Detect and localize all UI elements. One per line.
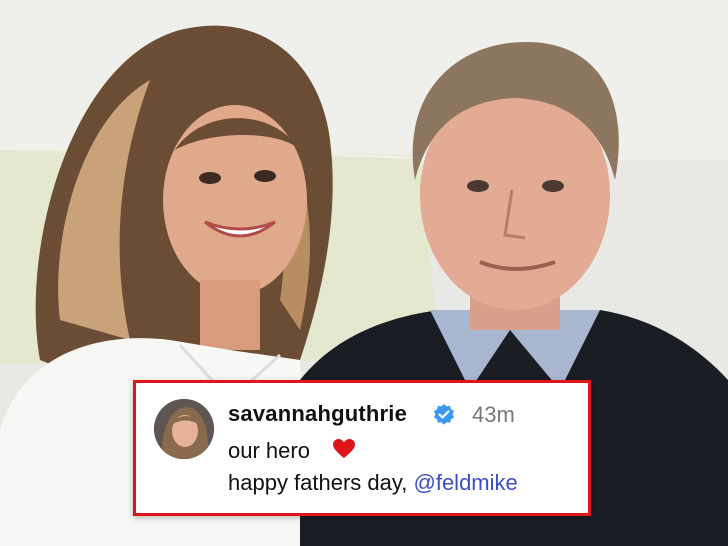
photo-scene: savannahguthrie 43m our hero happy fathe… [0,0,728,546]
red-heart-icon [333,439,355,458]
timestamp: 43m [472,402,515,427]
username[interactable]: savannahguthrie [228,401,407,427]
verified-badge-icon [434,404,454,425]
avatar-image [154,399,214,459]
avatar[interactable] [154,399,214,459]
caption-line-2: happy fathers day, @feldmike [228,470,518,496]
caption-line-2-text: happy fathers day, [228,470,414,495]
instagram-comment-card: savannahguthrie 43m our hero happy fathe… [133,380,591,516]
mention-link[interactable]: @feldmike [414,470,518,495]
caption-line-1: our hero [228,438,310,463]
